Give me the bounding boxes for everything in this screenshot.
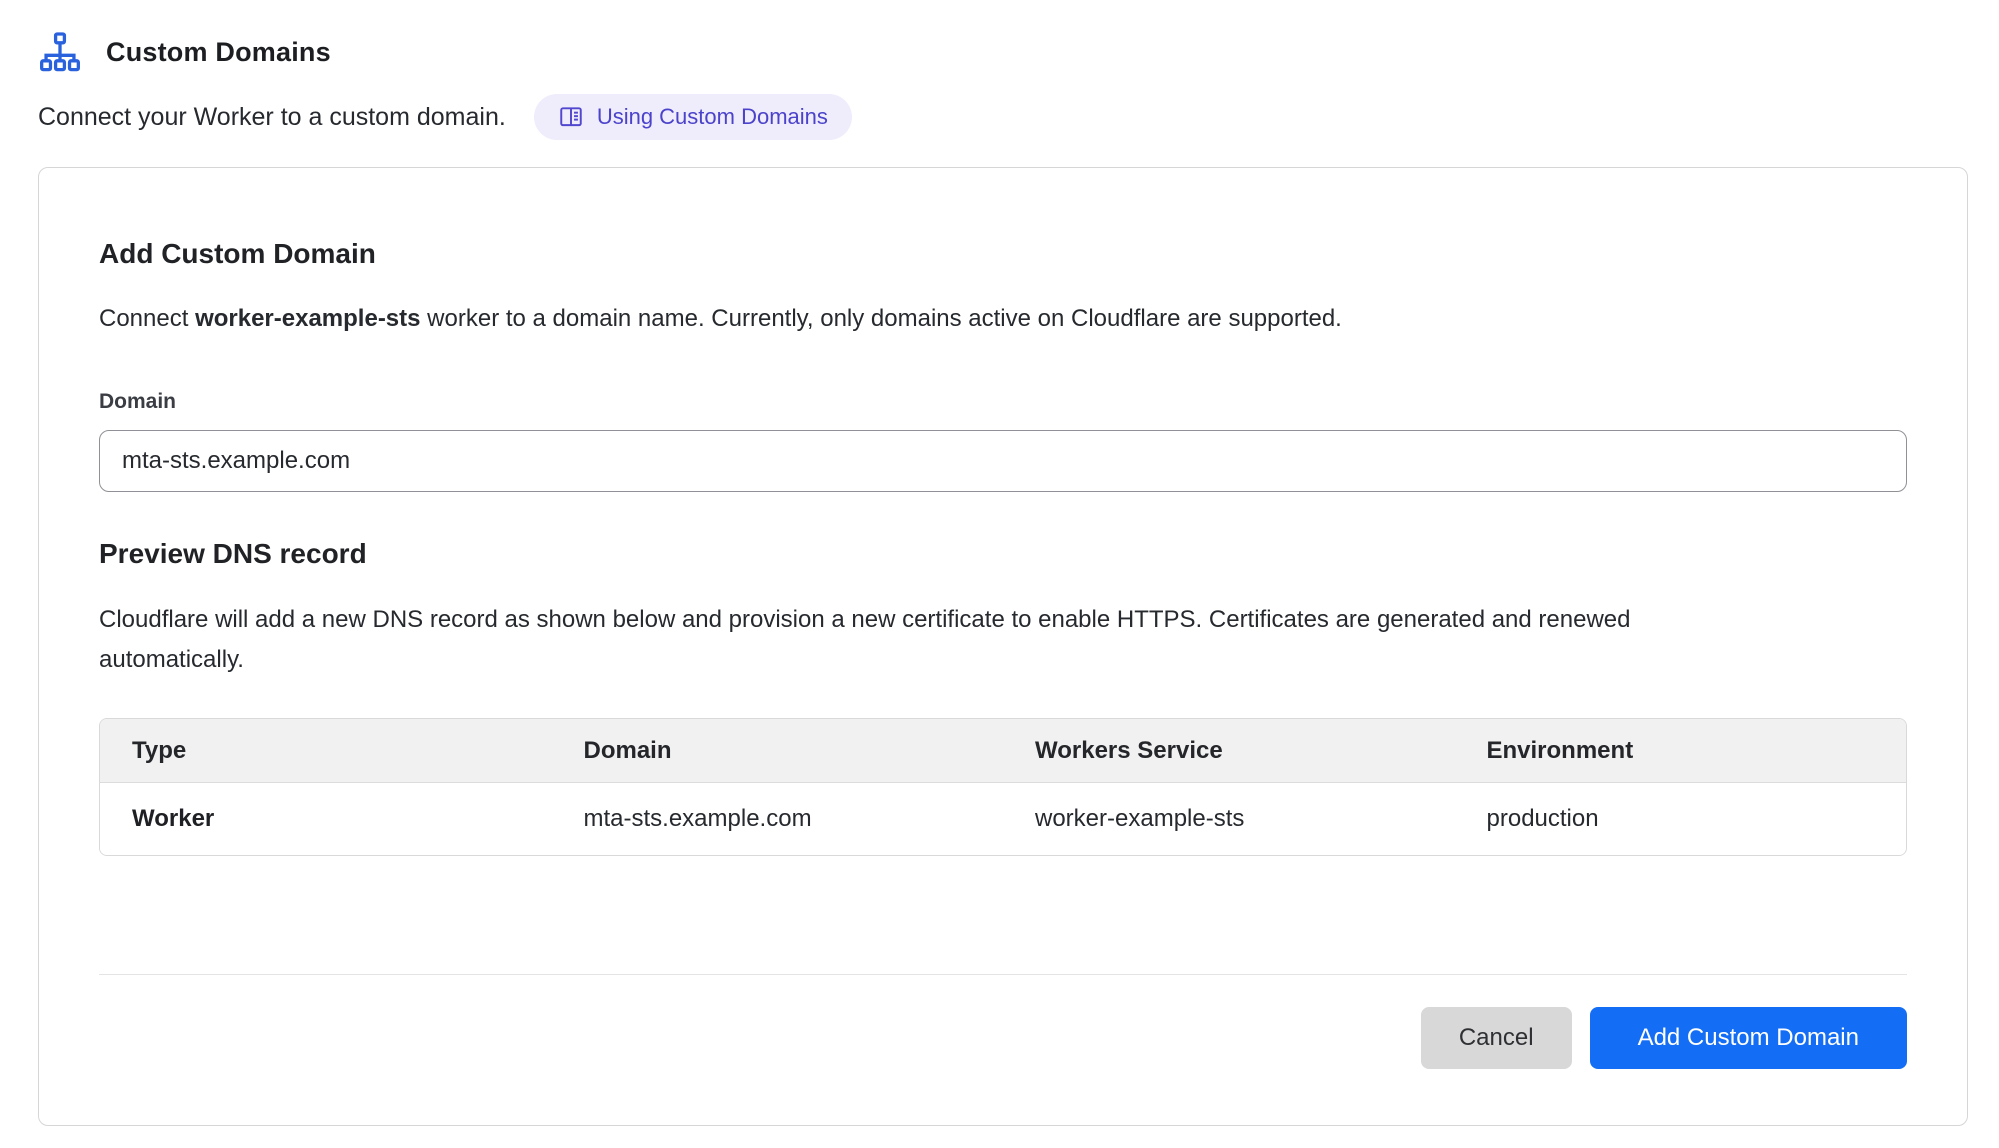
cell-type: Worker [100,783,552,855]
cell-domain: mta-sts.example.com [552,783,1004,855]
table-header-environment: Environment [1455,719,1907,783]
custom-domains-page: Custom Domains Connect your Worker to a … [0,0,1999,1126]
page-subheader: Connect your Worker to a custom domain. … [38,94,1961,140]
domain-input[interactable] [99,430,1907,492]
card-title: Add Custom Domain [99,238,1907,270]
dns-preview-table: Type Domain Workers Service Environment … [99,718,1907,856]
footer-divider [99,974,1907,975]
preview-dns-title: Preview DNS record [99,538,1907,570]
card-description-prefix: Connect [99,305,195,332]
add-custom-domain-button[interactable]: Add Custom Domain [1590,1007,1907,1069]
sitemap-icon [38,30,82,74]
table-header-workers-service: Workers Service [1003,719,1455,783]
footer-button-row: Cancel Add Custom Domain [99,1007,1907,1069]
table-row: Worker mta-sts.example.com worker-exampl… [100,783,1906,855]
doc-badge-label: Using Custom Domains [597,104,828,130]
book-icon [558,104,584,130]
cancel-button[interactable]: Cancel [1421,1007,1572,1069]
add-custom-domain-card: Add Custom Domain Connect worker-example… [38,167,1968,1126]
table-header-domain: Domain [552,719,1004,783]
card-description: Connect worker-example-sts worker to a d… [99,302,1907,336]
table-header-row: Type Domain Workers Service Environment [100,719,1906,783]
page-title: Custom Domains [106,37,331,68]
table-header-type: Type [100,719,552,783]
cell-environment: production [1455,783,1907,855]
page-subtitle: Connect your Worker to a custom domain. [38,103,506,132]
preview-dns-description: Cloudflare will add a new DNS record as … [99,600,1659,680]
using-custom-domains-link[interactable]: Using Custom Domains [534,94,852,140]
domain-field-label: Domain [99,390,1907,414]
page-header: Custom Domains [38,30,1961,74]
worker-name: worker-example-sts [195,305,420,332]
card-description-suffix: worker to a domain name. Currently, only… [421,305,1342,332]
cell-workers-service: worker-example-sts [1003,783,1455,855]
